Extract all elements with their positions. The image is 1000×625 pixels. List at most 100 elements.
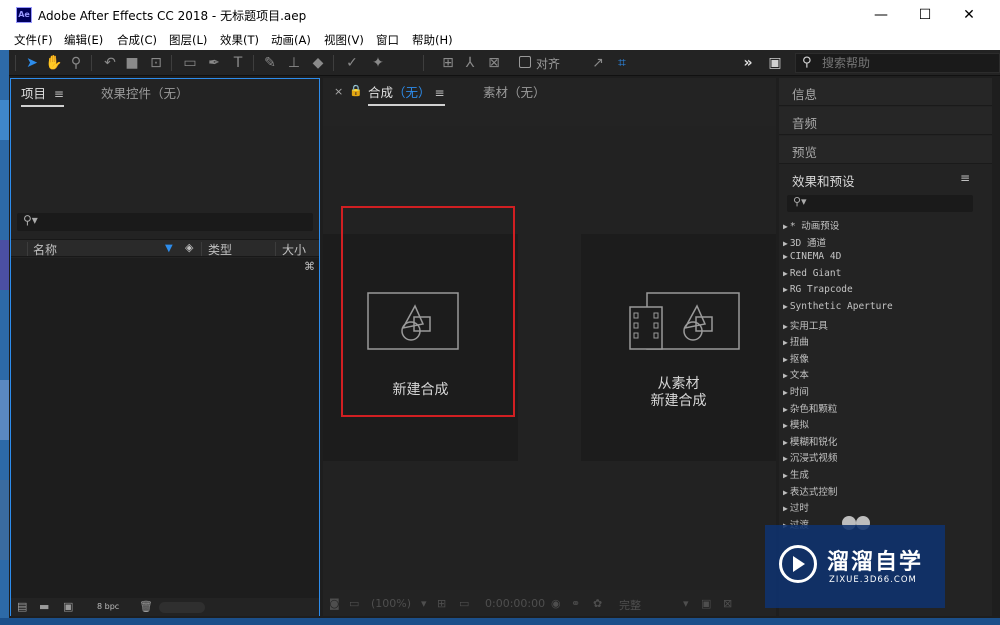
local-axis-icon[interactable]: ⊞ <box>439 54 457 72</box>
align-label: 对齐 <box>536 57 561 71</box>
panel-menu-icon[interactable]: ≡ <box>960 171 970 185</box>
effects-category[interactable]: ▶ 沉浸式视频 <box>783 450 837 466</box>
snapshot-icon[interactable]: ◉ <box>551 597 561 610</box>
thumbnail-slider[interactable] <box>159 602 205 613</box>
effects-category[interactable]: ▶ 生成 <box>783 467 809 483</box>
effects-category[interactable]: ▶ 杂色和颗粒 <box>783 401 837 417</box>
panel-menu-icon[interactable]: ≡ <box>50 87 64 101</box>
rotate-tool-icon[interactable]: ↶ <box>101 54 119 72</box>
chevron-down-icon[interactable]: ▾ <box>421 597 427 610</box>
new-comp-from-footage-card[interactable]: 从素材 新建合成 <box>581 234 776 461</box>
menu-animation[interactable]: 动画(A) <box>271 32 311 48</box>
flowchart-icon[interactable]: ⌘ <box>304 260 315 273</box>
project-items-list[interactable]: ⌘ <box>11 258 319 598</box>
audio-panel-header[interactable]: 音频 <box>779 107 992 135</box>
sort-down-icon[interactable]: ▼ <box>165 243 173 254</box>
camera-tool-icon[interactable]: ■ <box>123 54 141 72</box>
minimize-button[interactable]: — <box>858 0 904 30</box>
effects-category[interactable]: ▶ 抠像 <box>783 351 809 367</box>
effects-category[interactable]: ▶ 扭曲 <box>783 334 809 350</box>
selection-tool-icon[interactable]: ➤ <box>23 54 41 72</box>
effects-category[interactable]: ▶ 时间 <box>783 384 809 400</box>
hand-tool-icon[interactable]: ✋ <box>45 54 63 72</box>
preview-panel-header[interactable]: 预览 <box>779 136 992 164</box>
effects-category[interactable]: ▶ 模拟 <box>783 417 809 433</box>
brush-tool-icon[interactable]: ✎ <box>261 54 279 72</box>
snap-target-icon[interactable]: ⌗ <box>613 54 631 72</box>
desktop-background <box>0 50 9 625</box>
effects-category[interactable]: ▶ 过时 <box>783 500 809 516</box>
effects-category[interactable]: ▶ CINEMA 4D <box>783 251 841 267</box>
project-search-input[interactable]: ⚲▾ <box>17 213 313 231</box>
rectangle-tool-icon[interactable]: ▭ <box>181 54 199 72</box>
search-icon: ⚲▾ <box>23 213 38 227</box>
resolution-dropdown[interactable]: 完整 <box>619 597 641 613</box>
new-folder-icon[interactable]: ▬ <box>39 600 49 613</box>
column-size[interactable]: 大小 <box>282 241 306 258</box>
new-composition-icon[interactable]: ▣ <box>63 600 73 613</box>
info-panel-header[interactable]: 信息 <box>779 78 992 106</box>
show-snapshot-icon[interactable]: ⚭ <box>571 597 580 610</box>
column-name[interactable]: 名称 <box>33 241 57 258</box>
column-type[interactable]: 类型 <box>208 241 232 258</box>
transparency-grid-icon[interactable]: ⊠ <box>723 597 732 610</box>
color-channels-icon[interactable]: ✿ <box>593 597 602 610</box>
trash-icon[interactable]: 🗑 <box>139 600 153 613</box>
always-preview-icon[interactable]: ◙ <box>329 597 340 610</box>
tab-composition[interactable]: 合成（无） ≡ <box>368 82 445 106</box>
snapping-icon[interactable]: ↗ <box>589 54 607 72</box>
safe-zones-icon[interactable]: ⊞ <box>437 597 446 610</box>
close-tab-icon[interactable]: × <box>334 85 343 98</box>
maximize-button[interactable]: ☐ <box>902 0 948 30</box>
effects-category[interactable]: ▶ 模糊和锐化 <box>783 434 837 450</box>
effects-category[interactable]: ▶ 文本 <box>783 367 809 383</box>
clone-stamp-tool-icon[interactable]: ⊥ <box>285 54 303 72</box>
close-button[interactable]: ✕ <box>946 0 992 30</box>
zoom-tool-icon[interactable]: ⚲ <box>67 54 85 72</box>
effects-category[interactable]: ▶ 实用工具 <box>783 318 828 334</box>
roto-brush-tool-icon[interactable]: ✓ <box>343 54 361 72</box>
panel-menu-icon[interactable]: ≡ <box>435 86 445 100</box>
view-axis-icon[interactable]: ⊠ <box>485 54 503 72</box>
current-time[interactable]: 0:00:00:00 <box>485 597 545 610</box>
menu-layer[interactable]: 图层(L) <box>169 32 207 48</box>
label-tag-icon[interactable]: ◈ <box>185 241 193 254</box>
bit-depth[interactable]: 8 bpc <box>97 602 119 611</box>
help-search[interactable]: ⚲ <box>795 53 1000 73</box>
tab-effect-controls[interactable]: 效果控件（无） <box>101 83 189 102</box>
region-of-interest-icon[interactable]: ▣ <box>701 597 711 610</box>
menu-help[interactable]: 帮助(H) <box>412 32 453 48</box>
effects-category[interactable]: ▶ Red Giant <box>783 268 841 284</box>
lock-icon[interactable]: 🔒 <box>349 84 363 97</box>
mask-visibility-icon[interactable]: ▭ <box>459 597 469 610</box>
puppet-pin-tool-icon[interactable]: ✦ <box>369 54 387 72</box>
effects-category[interactable]: ▶ * 动画预设 <box>783 218 839 234</box>
menu-view[interactable]: 视图(V) <box>324 32 364 48</box>
pan-behind-tool-icon[interactable]: ⊡ <box>147 54 165 72</box>
chevron-down-icon[interactable]: ▾ <box>683 597 689 610</box>
world-axis-icon[interactable]: ⅄ <box>461 54 479 72</box>
menu-effect[interactable]: 效果(T) <box>220 32 259 48</box>
help-search-input[interactable] <box>822 55 992 71</box>
effects-category[interactable]: ▶ Synthetic Aperture <box>783 301 893 317</box>
menu-window[interactable]: 窗口 <box>376 32 399 48</box>
align-checkbox[interactable] <box>519 56 531 68</box>
pen-tool-icon[interactable]: ✒ <box>205 54 223 72</box>
tab-project[interactable]: 项目 ≡ <box>21 83 64 107</box>
effects-search-input[interactable]: ⚲▾ <box>787 195 973 212</box>
type-tool-icon[interactable]: T <box>229 54 247 72</box>
effects-category[interactable]: ▶ 3D 通道 <box>783 235 826 251</box>
effects-category[interactable]: ▶ RG Trapcode <box>783 284 853 300</box>
menu-edit[interactable]: 编辑(E) <box>64 32 103 48</box>
expand-workspace-button[interactable]: » <box>739 54 757 72</box>
effects-category[interactable]: ▶ 表达式控制 <box>783 484 837 500</box>
effects-presets-header[interactable]: 效果和预设 ≡ <box>779 165 992 193</box>
menu-file[interactable]: 文件(F) <box>14 32 53 48</box>
zoom-dropdown[interactable]: (100%) <box>371 597 411 610</box>
eraser-tool-icon[interactable]: ◆ <box>309 54 327 72</box>
monitor-icon[interactable]: ▭ <box>349 597 359 610</box>
interpret-footage-icon[interactable]: ▤ <box>17 600 27 613</box>
menu-composition[interactable]: 合成(C) <box>117 32 157 48</box>
workspace-icon[interactable]: ▣ <box>766 54 784 72</box>
tab-footage[interactable]: 素材（无） <box>483 82 546 101</box>
